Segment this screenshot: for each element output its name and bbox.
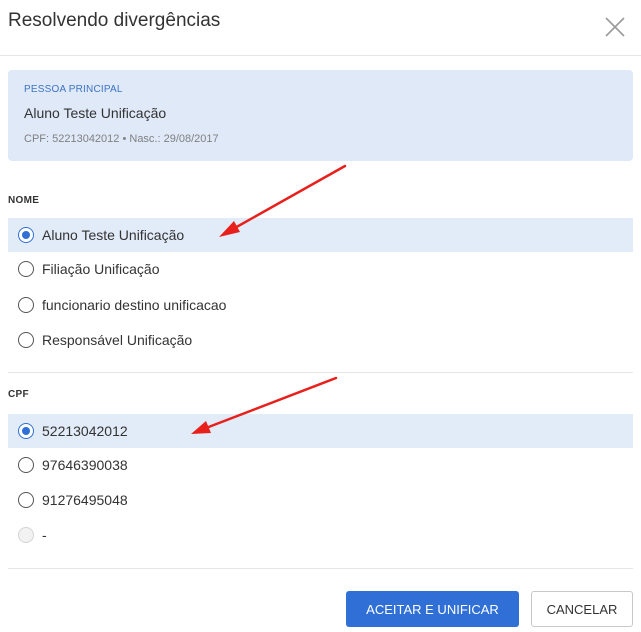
- radio-button-disabled: [18, 527, 34, 543]
- option-label: -: [42, 527, 47, 543]
- accept-unify-button[interactable]: ACEITAR E UNIFICAR: [346, 591, 519, 627]
- radio-button[interactable]: [18, 297, 34, 313]
- section-divider: [8, 372, 633, 373]
- section-title-cpf: CPF: [8, 389, 29, 400]
- option-label: 91276495048: [42, 492, 128, 508]
- option-label: Responsável Unificação: [42, 332, 193, 348]
- option-label: Aluno Teste Unificação: [42, 227, 185, 243]
- principal-info: CPF: 52213042012 • Nasc.: 29/08/2017: [24, 133, 219, 145]
- option-label: Filiação Unificação: [42, 261, 160, 277]
- radio-button[interactable]: [18, 227, 34, 243]
- radio-button[interactable]: [18, 492, 34, 508]
- option-cpf-1[interactable]: 97646390038: [8, 448, 633, 482]
- principal-person-card: PESSOA PRINCIPAL Aluno Teste Unificação …: [8, 70, 633, 161]
- option-nome-1[interactable]: Filiação Unificação: [8, 252, 633, 286]
- option-nome-2[interactable]: funcionario destino unificacao: [8, 288, 633, 322]
- close-button[interactable]: [602, 14, 628, 40]
- option-label: 97646390038: [42, 457, 128, 473]
- footer-divider: [8, 568, 633, 569]
- radio-button[interactable]: [18, 457, 34, 473]
- radio-button[interactable]: [18, 423, 34, 439]
- section-title-nome: NOME: [8, 195, 40, 206]
- principal-name: Aluno Teste Unificação: [24, 105, 167, 121]
- modal-title: Resolvendo divergências: [8, 10, 221, 31]
- option-cpf-3: -: [8, 518, 633, 552]
- option-cpf-0[interactable]: 52213042012: [8, 414, 633, 448]
- radio-button[interactable]: [18, 261, 34, 277]
- option-nome-0[interactable]: Aluno Teste Unificação: [8, 218, 633, 252]
- modal-header: Resolvendo divergências: [0, 0, 641, 56]
- option-label: funcionario destino unificacao: [42, 297, 227, 313]
- option-cpf-2[interactable]: 91276495048: [8, 483, 633, 517]
- principal-label: PESSOA PRINCIPAL: [24, 84, 123, 95]
- cancel-button[interactable]: CANCELAR: [531, 591, 633, 627]
- radio-button[interactable]: [18, 332, 34, 348]
- close-icon: [605, 17, 625, 37]
- option-nome-3[interactable]: Responsável Unificação: [8, 323, 633, 357]
- option-label: 52213042012: [42, 423, 128, 439]
